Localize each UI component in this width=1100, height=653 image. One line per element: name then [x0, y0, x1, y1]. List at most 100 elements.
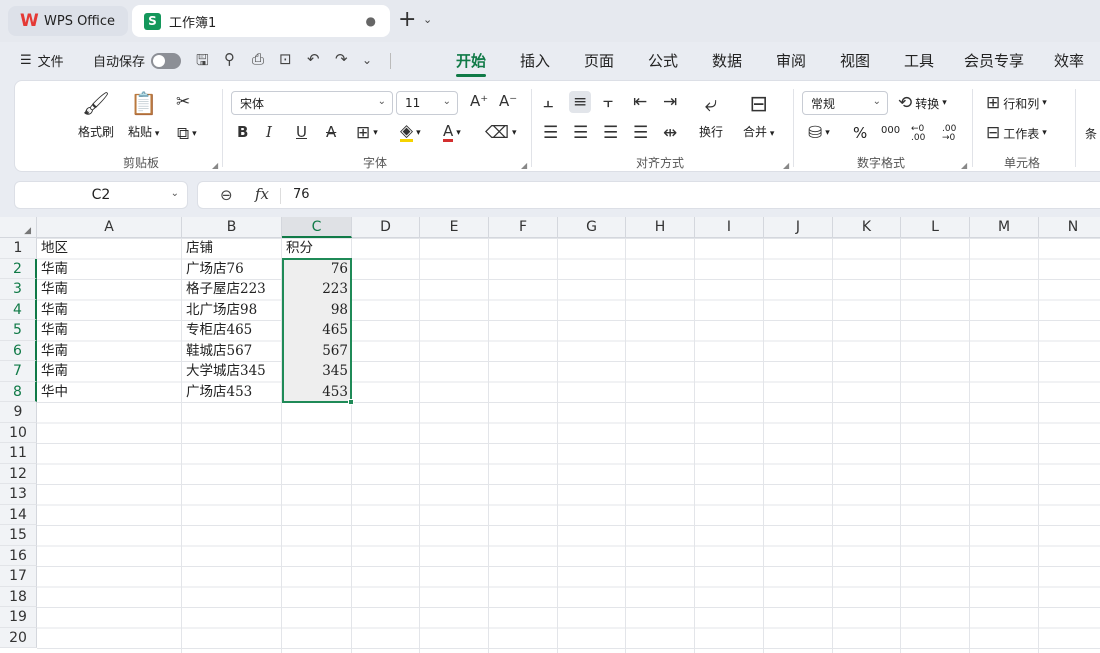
percent-button[interactable]: %	[853, 124, 867, 142]
merge-button[interactable]: ⊟ 合并 ▾	[743, 92, 774, 140]
row-header-11[interactable]: 11	[0, 443, 37, 464]
file-menu[interactable]: ☰ 文件	[20, 51, 64, 70]
row-header-2[interactable]: 2	[0, 258, 37, 279]
wrap-text-button[interactable]: ⤶ 换行	[699, 92, 723, 140]
column-header-k[interactable]: K	[833, 217, 901, 238]
row-header-16[interactable]: 16	[0, 545, 37, 566]
row-header-1[interactable]: 1	[0, 238, 37, 259]
print-preview-icon[interactable]: ⊡	[279, 50, 292, 68]
row-header-6[interactable]: 6	[0, 340, 37, 361]
increase-indent-icon[interactable]: ⇥	[663, 92, 677, 112]
row-header-4[interactable]: 4	[0, 299, 37, 320]
align-middle-icon[interactable]: ≡	[569, 91, 592, 113]
conditional-format-button[interactable]: 条	[1085, 125, 1097, 142]
underline-icon[interactable]: U	[296, 123, 307, 141]
border-button[interactable]: ⊞ ▾	[356, 123, 378, 143]
column-header-l[interactable]: L	[901, 217, 970, 238]
cell-b4[interactable]: 北广场店98	[182, 300, 281, 321]
alignment-launcher-icon[interactable]: ◢	[783, 161, 789, 170]
formula-input[interactable]: 76	[293, 187, 310, 202]
tab-home[interactable]: 开始	[456, 50, 487, 77]
row-header-12[interactable]: 12	[0, 463, 37, 484]
row-header-5[interactable]: 5	[0, 320, 37, 341]
select-all-corner[interactable]	[0, 217, 37, 238]
decrease-indent-icon[interactable]: ⇤	[633, 92, 647, 112]
fill-color-button[interactable]: ◈ ▾	[400, 123, 421, 142]
cell-b1[interactable]: 店铺	[182, 238, 281, 259]
row-header-17[interactable]: 17	[0, 566, 37, 587]
thousands-button[interactable]: 000	[881, 125, 900, 136]
distribute-icon[interactable]: ⇹	[663, 123, 677, 143]
font-color-button[interactable]: A ▾	[443, 123, 461, 142]
column-header-e[interactable]: E	[420, 217, 489, 238]
cell-c1[interactable]: 积分	[282, 238, 351, 259]
clear-format-button[interactable]: ⌫ ▾	[485, 123, 517, 143]
column-header-c[interactable]: C	[282, 217, 352, 238]
font-launcher-icon[interactable]: ◢	[521, 161, 527, 170]
number-format-select[interactable]: 常规 ⌄	[802, 91, 888, 115]
tab-review[interactable]: 审阅	[776, 50, 806, 71]
justify-icon[interactable]: ☰	[633, 123, 648, 143]
tab-formula[interactable]: 公式	[648, 50, 678, 71]
tab-member[interactable]: 会员专享	[964, 50, 1024, 71]
cell-b7[interactable]: 大学城店345	[182, 361, 281, 382]
row-header-8[interactable]: 8	[0, 381, 37, 402]
column-header-b[interactable]: B	[182, 217, 282, 238]
font-size-select[interactable]: 11 ⌄	[396, 91, 458, 115]
column-header-g[interactable]: G	[558, 217, 626, 238]
tab-view[interactable]: 视图	[840, 50, 870, 71]
cell-a1[interactable]: 地区	[37, 238, 181, 259]
cell-a2[interactable]: 华南	[37, 259, 181, 280]
tab-list-chevron-icon[interactable]: ⌄	[423, 13, 432, 26]
zoom-search-icon[interactable]: ⊖	[220, 186, 233, 204]
row-header-3[interactable]: 3	[0, 279, 37, 300]
row-header-15[interactable]: 15	[0, 525, 37, 546]
redo-icon[interactable]: ↷	[335, 50, 348, 68]
tab-wps-office[interactable]: W WPS Office	[8, 6, 128, 36]
row-header-19[interactable]: 19	[0, 607, 37, 628]
column-header-m[interactable]: M	[970, 217, 1039, 238]
decrease-decimal-button[interactable]: .00 →0	[942, 125, 964, 143]
cell-a5[interactable]: 华南	[37, 320, 181, 341]
worksheet-button[interactable]: ⊟ 工作表 ▾	[986, 123, 1047, 143]
convert-button[interactable]: ⟲ 转换 ▾	[898, 93, 947, 113]
row-header-18[interactable]: 18	[0, 586, 37, 607]
tab-data[interactable]: 数据	[712, 50, 742, 71]
format-painter-button[interactable]: 🖌 格式刷	[78, 92, 114, 140]
italic-icon[interactable]: I	[266, 123, 272, 141]
cut-icon[interactable]: ✂	[176, 92, 190, 112]
row-header-10[interactable]: 10	[0, 422, 37, 443]
cell-b3[interactable]: 格子屋店223	[182, 279, 281, 300]
insert-function-icon[interactable]: fx	[255, 185, 269, 203]
save-icon[interactable]: 🖫	[196, 50, 209, 75]
row-header-13[interactable]: 13	[0, 484, 37, 505]
fill-handle[interactable]	[348, 399, 354, 405]
align-right-icon[interactable]: ☰	[603, 123, 618, 143]
column-header-d[interactable]: D	[352, 217, 420, 238]
currency-button[interactable]: ⛁ ▾	[808, 123, 830, 143]
number-launcher-icon[interactable]: ◢	[961, 161, 967, 170]
tab-insert[interactable]: 插入	[520, 50, 550, 71]
column-header-n[interactable]: N	[1039, 217, 1100, 238]
increase-font-icon[interactable]: A⁺	[470, 92, 488, 110]
row-col-button[interactable]: ⊞ 行和列 ▾	[986, 93, 1047, 113]
unsaved-dot-icon[interactable]: ●	[366, 14, 376, 28]
autosave-toggle[interactable]	[151, 52, 182, 69]
font-name-select[interactable]: 宋体 ⌄	[231, 91, 393, 115]
undo-icon[interactable]: ↶	[307, 50, 320, 68]
chevron-down-icon[interactable]: ⌄	[171, 188, 179, 199]
cell-b5[interactable]: 专柜店465	[182, 320, 281, 341]
strikethrough-icon[interactable]: A	[326, 123, 336, 141]
tab-page[interactable]: 页面	[584, 50, 614, 71]
row-header-14[interactable]: 14	[0, 504, 37, 525]
cell-a6[interactable]: 华南	[37, 341, 181, 362]
column-header-f[interactable]: F	[489, 217, 558, 238]
cell-a3[interactable]: 华南	[37, 279, 181, 300]
cell-b6[interactable]: 鞋城店567	[182, 341, 281, 362]
name-box[interactable]: C2 ⌄	[14, 181, 188, 209]
tab-efficiency[interactable]: 效率	[1054, 50, 1084, 71]
paste-button[interactable]: 📋 粘贴 ▾	[128, 92, 159, 140]
increase-decimal-button[interactable]: ←0 .00	[911, 125, 933, 143]
align-top-icon[interactable]: ⫠	[543, 92, 553, 112]
column-header-a[interactable]: A	[37, 217, 182, 238]
